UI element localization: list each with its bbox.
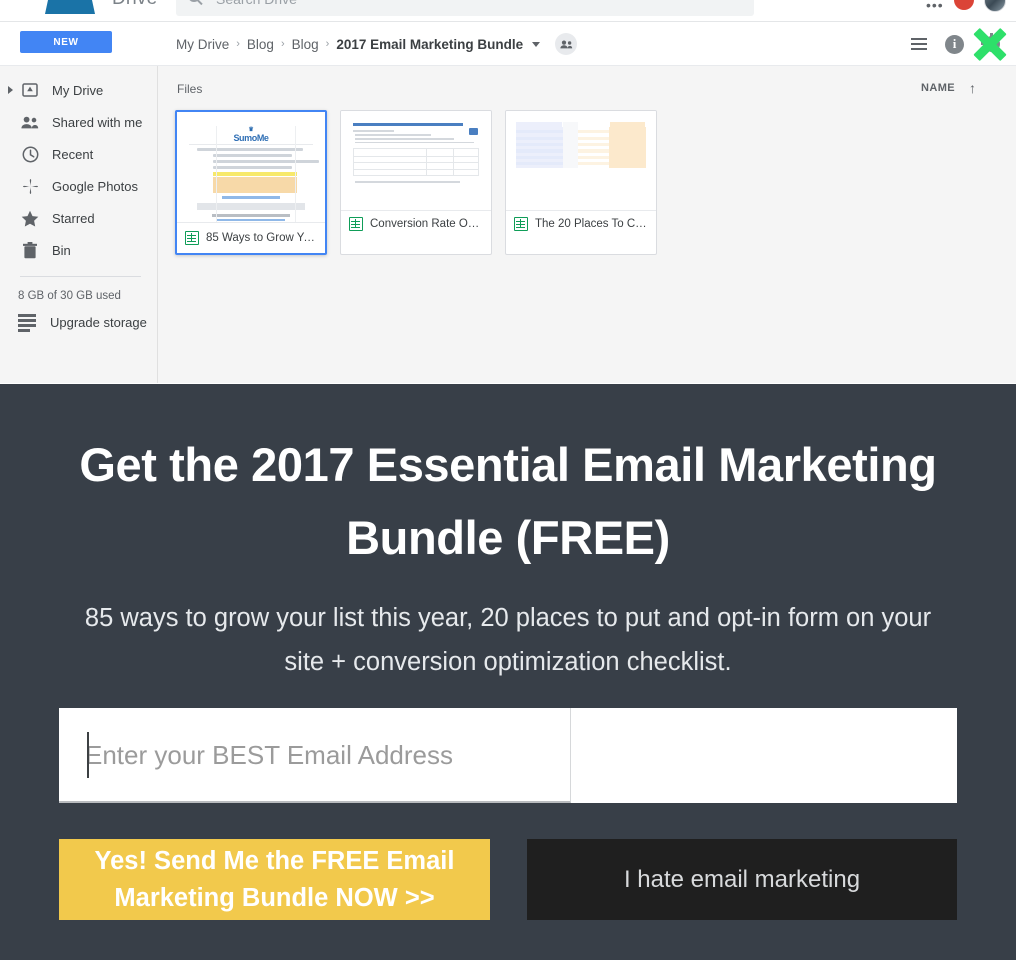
photos-pinwheel-icon — [20, 176, 40, 196]
sort-label: NAME — [921, 82, 955, 94]
sidebar: My Drive Shared with me Recent Google Ph… — [0, 66, 158, 383]
sidebar-item-recent[interactable]: Recent — [0, 138, 157, 170]
file-grid: ♛ SumoMe 85 Ways to Grow You Conversion … — [175, 110, 657, 255]
file-thumbnail — [506, 111, 656, 211]
file-card-footer: 85 Ways to Grow Your ... — [177, 223, 325, 253]
modal-headline: Get the 2017 Essential Email Marketing B… — [79, 438, 937, 564]
expand-triangle-icon[interactable] — [8, 86, 13, 94]
people-icon — [20, 112, 40, 132]
new-button[interactable]: NEW — [20, 31, 112, 53]
breadcrumb-separator: › — [325, 38, 330, 50]
email-optin-modal: Get the 2017 Essential Email Marketing B… — [0, 384, 1016, 960]
sidebar-item-my-drive[interactable]: My Drive — [0, 74, 157, 106]
sidebar-item-bin[interactable]: Bin — [0, 234, 157, 266]
sidebar-divider — [20, 276, 141, 277]
sidebar-item-starred[interactable]: Starred — [0, 202, 157, 234]
submit-optin-button[interactable]: Yes! Send Me the FREE Email Marketing Bu… — [59, 839, 490, 920]
breadcrumb-item-my-drive[interactable]: My Drive — [176, 37, 229, 52]
email-input[interactable] — [59, 708, 957, 803]
shared-people-icon[interactable] — [555, 33, 578, 55]
files-section-title: Files — [177, 82, 203, 96]
clock-icon — [20, 144, 40, 164]
drive-page-with-optin-modal: Drive Search Drive ••• NEW My Drive › Bl… — [0, 0, 1016, 960]
breadcrumb-separator: › — [280, 38, 285, 50]
sheets-file-icon — [514, 217, 528, 231]
settings-gear-with-close-overlay[interactable] — [973, 27, 1007, 62]
sheets-file-icon — [185, 231, 199, 245]
search-box[interactable]: Search Drive — [176, 0, 754, 16]
storage-usage-text: 8 GB of 30 GB used — [18, 290, 121, 302]
apps-grid-icon[interactable]: ••• — [926, 0, 944, 16]
avatar[interactable] — [984, 0, 1006, 12]
email-form-row — [59, 708, 957, 803]
app-name: Drive — [112, 0, 157, 10]
sheets-file-icon — [349, 217, 363, 231]
info-icon[interactable]: i — [945, 34, 964, 54]
file-card-85-ways[interactable]: ♛ SumoMe 85 Ways to Grow You — [175, 110, 327, 255]
file-name: The 20 Places To Colle... — [535, 218, 648, 230]
file-card-footer: The 20 Places To Colle... — [506, 211, 656, 237]
sidebar-item-label: Google Photos — [52, 178, 139, 194]
global-search-bar: Drive Search Drive ••• — [0, 0, 1016, 22]
arrow-up-icon[interactable]: ↑ — [969, 81, 976, 95]
file-thumbnail: ♛ SumoMe — [177, 112, 325, 223]
files-pane: Files NAME ↑ ♛ SumoMe 85 Ways to Grow Yo… — [158, 66, 1016, 383]
sidebar-item-label: Shared with me — [52, 114, 143, 130]
drive-header: NEW My Drive › Blog › Blog › 2017 Email … — [0, 22, 1016, 66]
drive-logo-icon — [45, 0, 95, 14]
modal-action-buttons: Yes! Send Me the FREE Email Marketing Bu… — [59, 839, 957, 920]
upgrade-storage-label: Upgrade storage — [50, 314, 147, 330]
sidebar-item-label: My Drive — [52, 82, 104, 98]
upgrade-storage-button[interactable]: Upgrade storage — [0, 312, 157, 332]
breadcrumb-item-current-folder[interactable]: 2017 Email Marketing Bundle — [336, 37, 523, 52]
search-icon — [188, 0, 200, 2]
breadcrumb: My Drive › Blog › Blog › 2017 Email Mark… — [176, 22, 578, 66]
notification-bell-icon[interactable] — [954, 0, 974, 10]
sidebar-item-google-photos[interactable]: Google Photos — [0, 170, 157, 202]
header-actions: i — [911, 22, 1007, 66]
breadcrumb-item-blog-1[interactable]: Blog — [247, 37, 274, 52]
chevron-down-icon[interactable] — [532, 41, 541, 47]
sidebar-item-shared-with-me[interactable]: Shared with me — [0, 106, 157, 138]
sort-by-name-control[interactable]: NAME ↑ — [921, 81, 976, 95]
file-name: 85 Ways to Grow Your ... — [206, 232, 317, 244]
search-input[interactable]: Search Drive — [216, 0, 297, 7]
file-card-conversion-rate[interactable]: Conversion Rate Optim... — [340, 110, 492, 255]
star-icon — [20, 208, 40, 228]
sidebar-item-label: Bin — [52, 242, 71, 258]
file-card-20-places[interactable]: The 20 Places To Colle... — [505, 110, 657, 255]
storage-bars-icon — [18, 312, 38, 332]
breadcrumb-item-blog-2[interactable]: Blog — [292, 37, 319, 52]
sidebar-item-label: Starred — [52, 210, 95, 226]
file-card-footer: Conversion Rate Optim... — [341, 211, 491, 237]
sidebar-item-label: Recent — [52, 146, 94, 162]
trash-icon — [20, 240, 40, 260]
drive-icon — [20, 80, 40, 100]
file-name: Conversion Rate Optim... — [370, 218, 483, 230]
modal-subheadline: 85 ways to grow your list this year, 20 … — [84, 603, 932, 676]
list-view-icon[interactable] — [911, 38, 927, 50]
file-thumbnail — [341, 111, 491, 211]
gear-icon — [981, 33, 1000, 52]
decline-optin-button[interactable]: I hate email marketing — [527, 839, 957, 920]
breadcrumb-separator: › — [236, 38, 240, 50]
